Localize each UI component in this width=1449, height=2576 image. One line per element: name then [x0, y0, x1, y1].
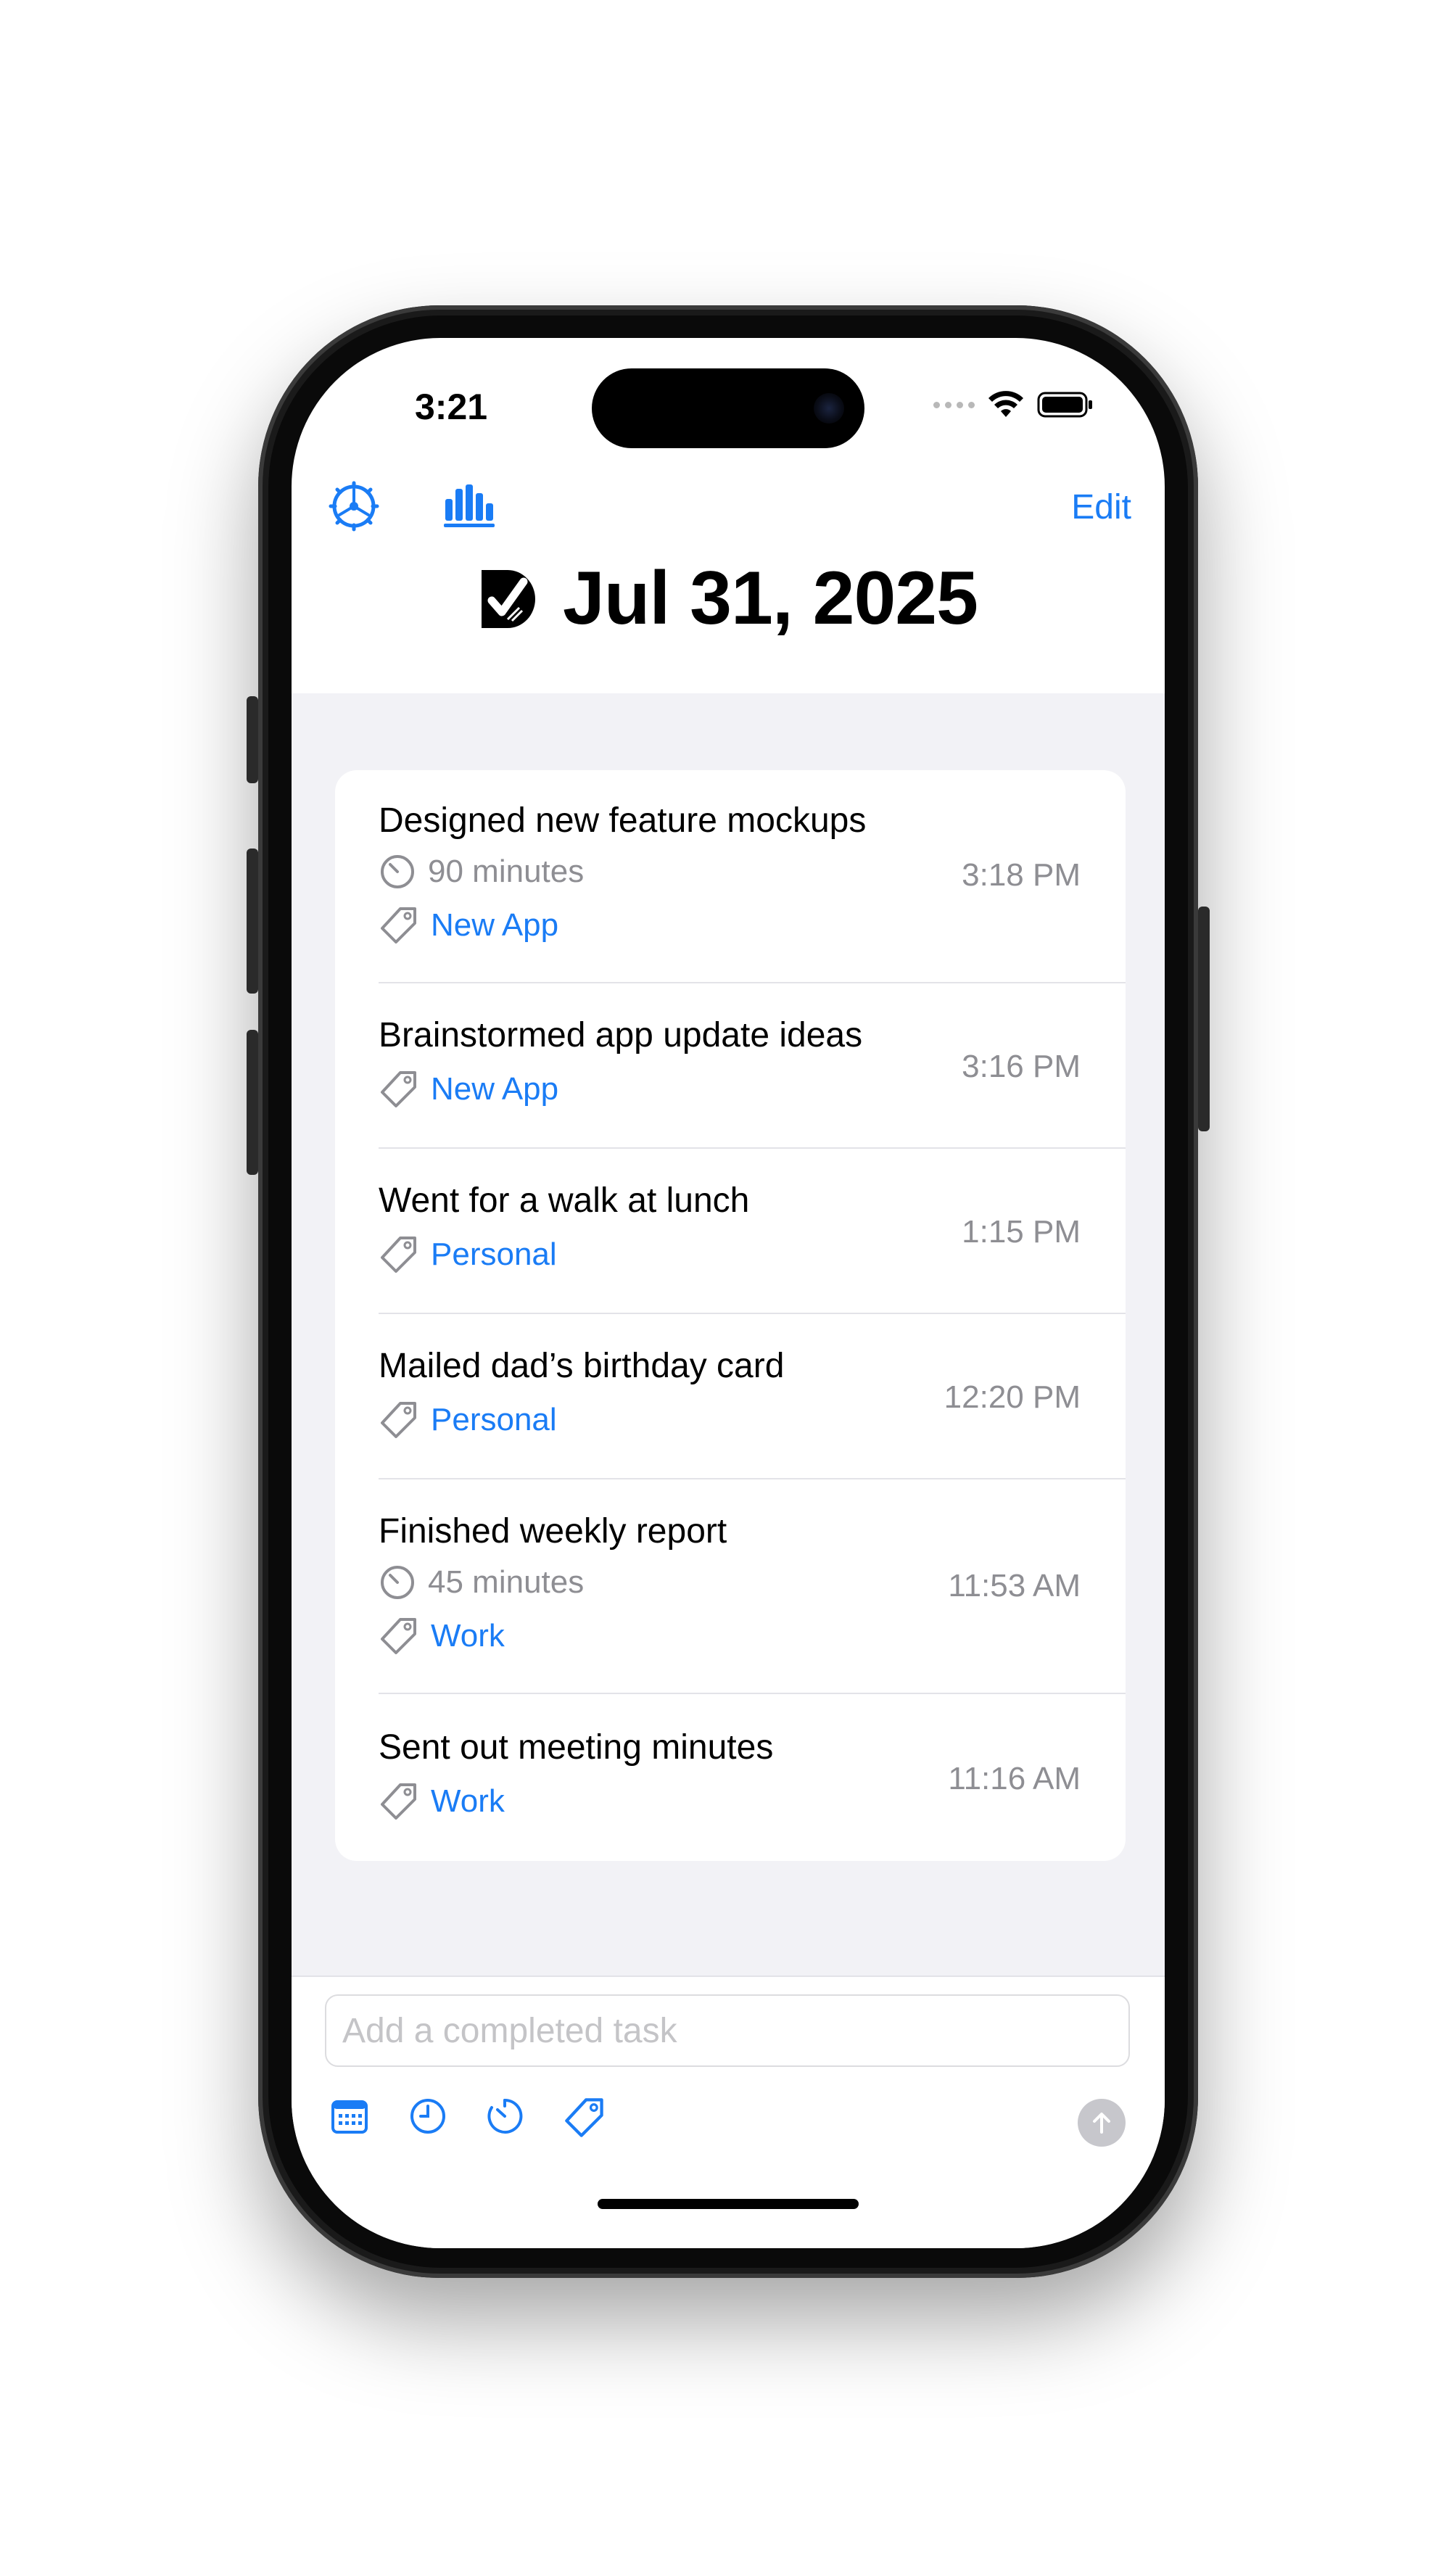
- home-indicator[interactable]: [598, 2199, 859, 2209]
- task-title: Finished weekly report: [379, 1512, 727, 1551]
- task-title: Sent out meeting minutes: [379, 1728, 774, 1767]
- wifi-icon: [988, 391, 1023, 417]
- task-tag-text: New App: [431, 907, 559, 943]
- tag-icon: [381, 1618, 416, 1654]
- tag-icon: [381, 1402, 416, 1438]
- tag-icon: [381, 907, 416, 944]
- app-logo-icon: [482, 569, 535, 628]
- task-duration: 45 minutes: [379, 1564, 584, 1601]
- task-tag[interactable]: Personal: [379, 1400, 557, 1440]
- task-duration: 90 minutes: [379, 853, 584, 891]
- task-title: Brainstormed app update ideas: [379, 1016, 863, 1054]
- task-row[interactable]: Brainstormed app update ideas New App 3:…: [335, 983, 1126, 1149]
- task-title: Went for a walk at lunch: [379, 1181, 750, 1220]
- camera-icon: [814, 393, 844, 424]
- task-row[interactable]: Sent out meeting minutes Work 11:16 AM: [335, 1694, 1126, 1861]
- task-time: 1:15 PM: [962, 1214, 1081, 1250]
- task-time: 3:16 PM: [962, 1049, 1081, 1084]
- status-time: 3:21: [415, 387, 488, 427]
- screen: 3:21 Edit Jul 31, 2025 Designed new feat…: [292, 338, 1165, 2248]
- timer-icon[interactable]: [484, 2096, 525, 2140]
- volume-down-button: [247, 1030, 258, 1175]
- task-title: Designed new feature mockups: [379, 801, 867, 840]
- clock-icon[interactable]: [408, 2096, 448, 2140]
- dynamic-island: [592, 368, 864, 448]
- task-tag-text: Personal: [431, 1237, 557, 1272]
- task-time: 12:20 PM: [944, 1379, 1081, 1415]
- task-tag[interactable]: Work: [379, 1616, 505, 1656]
- page-header: Jul 31, 2025: [292, 556, 1165, 642]
- calendar-icon[interactable]: [329, 2096, 370, 2140]
- tag-icon: [381, 1237, 416, 1273]
- task-row[interactable]: Designed new feature mockups 90 minutes …: [335, 770, 1126, 983]
- task-row[interactable]: Finished weekly report 45 minutes Work 1…: [335, 1479, 1126, 1694]
- task-time: 3:18 PM: [962, 857, 1081, 893]
- edit-button[interactable]: Edit: [1071, 487, 1131, 527]
- task-row[interactable]: Went for a walk at lunch Personal 1:15 P…: [335, 1149, 1126, 1314]
- task-tag[interactable]: Work: [379, 1781, 505, 1822]
- task-list: Designed new feature mockups 90 minutes …: [335, 770, 1126, 1861]
- settings-gear-icon[interactable]: [328, 480, 380, 536]
- cellular-signal-icon: [933, 401, 975, 408]
- volume-up-button: [247, 849, 258, 994]
- add-task-input[interactable]: [325, 1994, 1130, 2067]
- task-tag-text: Work: [431, 1618, 505, 1654]
- task-tag-text: New App: [431, 1071, 559, 1107]
- task-tag-text: Personal: [431, 1402, 557, 1437]
- stopwatch-icon: [381, 1566, 414, 1599]
- task-duration-text: 45 minutes: [428, 1564, 585, 1600]
- task-title: Mailed dad’s birthday card: [379, 1347, 785, 1385]
- task-tag-text: Work: [431, 1783, 505, 1819]
- tag-icon[interactable]: [563, 2096, 606, 2143]
- task-list-area: Designed new feature mockups 90 minutes …: [292, 693, 1165, 1976]
- action-button: [247, 696, 258, 783]
- task-tag[interactable]: Personal: [379, 1234, 557, 1275]
- tag-icon: [381, 1071, 416, 1107]
- stats-bar-chart-icon[interactable]: [442, 483, 496, 532]
- task-tag[interactable]: New App: [379, 1069, 558, 1110]
- task-row[interactable]: Mailed dad’s birthday card Personal 12:2…: [335, 1314, 1126, 1479]
- task-tag[interactable]: New App: [379, 905, 558, 946]
- power-button: [1198, 907, 1210, 1131]
- task-time: 11:53 AM: [948, 1568, 1081, 1603]
- send-button[interactable]: [1078, 2099, 1126, 2147]
- tag-icon: [381, 1783, 416, 1820]
- battery-icon: [1037, 392, 1092, 418]
- send-arrow-icon: [1093, 2113, 1110, 2134]
- task-duration-text: 90 minutes: [428, 854, 585, 889]
- status-indicators: [933, 389, 1094, 421]
- page-title: Jul 31, 2025: [563, 556, 978, 640]
- task-time: 11:16 AM: [948, 1761, 1081, 1796]
- stopwatch-icon: [381, 855, 414, 888]
